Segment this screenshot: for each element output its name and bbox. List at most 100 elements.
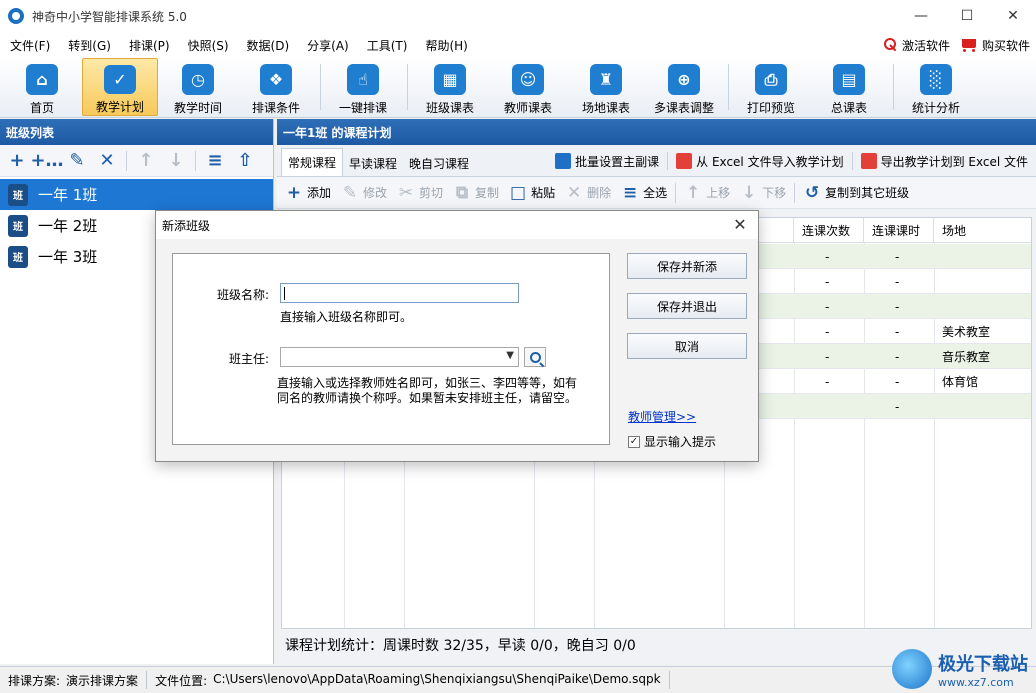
ribbon-home-button[interactable]: ⌂ 首页 <box>4 58 80 116</box>
ribbon-separator <box>893 64 894 110</box>
import-excel-button[interactable]: 从 Excel 文件导入教学计划 <box>672 153 847 170</box>
toolbar-separator <box>126 150 127 171</box>
cart-icon <box>960 38 978 52</box>
ribbon-label: 打印预览 <box>746 101 795 115</box>
copy-button[interactable]: ⧉ 复制 <box>451 183 501 203</box>
header-venue[interactable]: 场地 <box>934 218 1031 243</box>
ribbon-label: 总课表 <box>830 101 867 115</box>
select-all-label: 全选 <box>643 186 668 200</box>
watermark-sub: www.xz7.com <box>938 675 1014 689</box>
move-up-icon[interactable]: ↑ <box>135 150 157 172</box>
copy-to-other-class-button[interactable]: ↺ 复制到其它班级 <box>801 183 911 203</box>
class-name-input[interactable] <box>280 283 519 303</box>
head-teacher-select[interactable]: ▼ <box>280 347 519 367</box>
maximize-icon[interactable]: ☐ <box>944 0 990 32</box>
header-consec-count[interactable]: 连课次数 <box>794 218 864 243</box>
paste-button[interactable]: □ 粘贴 <box>507 183 557 203</box>
save-and-exit-button[interactable]: 保存并退出 <box>627 293 747 319</box>
course-toolbar: + 添加 ✎ 修改 ✂ 剪切 ⧉ 复制 □ 粘贴 ✕ 删除 ≡ 全选 ↑ 上移 ↓ 下移 ↺ 复制到… <box>277 177 1036 209</box>
buy-button[interactable]: 购买软件 <box>960 37 1030 54</box>
move-down-button[interactable]: ↓ 下移 <box>738 183 788 203</box>
tab-morning-reading[interactable]: 早读课程 <box>343 150 403 176</box>
class-list-toolbar: + +… ✎ ✕ ↑ ↓ ≡ ⇧ <box>0 145 273 177</box>
toolbar-separator <box>794 182 796 203</box>
menu-schedule[interactable]: 排课(P) <box>119 37 178 54</box>
search-icon <box>529 351 541 363</box>
delete-button[interactable]: ✕ 删除 <box>563 183 613 203</box>
edit-course-button[interactable]: ✎ 修改 <box>339 183 389 203</box>
status-plan: 排课方案: 演示排课方案 <box>0 672 146 689</box>
cell-consec-count <box>817 394 825 419</box>
cell-consec-count: - <box>825 324 830 339</box>
teacher-search-button[interactable] <box>524 347 546 367</box>
status-file: 文件位置: C:\Users\lenovo\AppData\Roaming\Sh… <box>147 672 669 689</box>
menu-help[interactable]: 帮助(H) <box>415 37 475 54</box>
header-consec-hours[interactable]: 连课课时 <box>864 218 934 243</box>
ribbon-label: 教学计划 <box>95 100 144 114</box>
menu-file[interactable]: 文件(F) <box>0 37 58 54</box>
batch-set-button[interactable]: 批量设置主副课 <box>551 153 663 170</box>
batch-add-icon[interactable]: +… <box>30 150 63 172</box>
menu-share[interactable]: 分享(A) <box>297 37 357 54</box>
dialog-close-icon[interactable]: ✕ <box>730 215 750 234</box>
menu-tools[interactable]: 工具(T) <box>357 37 416 54</box>
save-and-new-button[interactable]: 保存并新添 <box>627 253 747 279</box>
paste-icon: □ <box>510 182 527 203</box>
copy-label: 复制 <box>475 186 500 200</box>
ribbon-class-timetable-button[interactable]: ▦ 班级课表 <box>412 58 488 116</box>
activate-label: 激活软件 <box>901 38 950 53</box>
class-list-item[interactable]: 班 一年 1班 <box>0 179 273 210</box>
cut-button[interactable]: ✂ 剪切 <box>395 183 445 203</box>
ribbon-label: 统计分析 <box>911 101 960 115</box>
ribbon-auto-schedule-button[interactable]: ☝ 一键排课 <box>325 58 401 116</box>
teacher-management-link[interactable]: 教师管理>> <box>628 408 696 425</box>
ribbon-statistics-button[interactable]: ░ 统计分析 <box>898 58 974 116</box>
add-icon[interactable]: + <box>6 150 28 172</box>
move-up-icon: ↑ <box>685 182 701 203</box>
activate-button[interactable]: 激活软件 <box>883 37 950 54</box>
head-teacher-hint: 直接输入或选择教师姓名即可，如张三、李四等等，如有同名的教师请换个称呼。如果暂未… <box>277 376 578 405</box>
move-up-label: 上移 <box>706 186 731 200</box>
cell-consec-count: - <box>825 299 830 314</box>
export-excel-button[interactable]: 导出教学计划到 Excel 文件 <box>857 153 1032 170</box>
ribbon-conditions-button[interactable]: ❖ 排课条件 <box>238 58 314 116</box>
status-file-label: 文件位置: <box>155 673 208 688</box>
menu-data[interactable]: 数据(D) <box>237 37 298 54</box>
ribbon-label: 教师课表 <box>503 101 552 115</box>
select-all-button[interactable]: ≡ 全选 <box>619 183 669 203</box>
select-pointer-icon[interactable]: ≡ <box>204 150 226 172</box>
ribbon-label: 教学时间 <box>173 101 222 115</box>
add-course-button[interactable]: + 添加 <box>283 183 333 203</box>
ribbon-multi-adjust-button[interactable]: ⊕ 多课表调整 <box>646 58 722 116</box>
move-down-icon[interactable]: ↓ <box>165 150 187 172</box>
class-name: 一年 2班 <box>38 217 98 235</box>
ribbon-print-preview-button[interactable]: ⎙ 打印预览 <box>733 58 809 116</box>
minimize-icon[interactable]: — <box>898 0 944 32</box>
buy-label: 购买软件 <box>981 38 1030 53</box>
ribbon-venue-timetable-button[interactable]: ♜ 场地课表 <box>568 58 644 116</box>
head-teacher-label: 班主任: <box>228 352 269 366</box>
ribbon-teaching-plan-button[interactable]: ✓ 教学计划 <box>82 58 158 116</box>
menu-snapshot[interactable]: 快照(S) <box>178 37 237 54</box>
cell-venue <box>934 244 942 269</box>
close-window-icon[interactable]: ✕ <box>990 0 1036 32</box>
tab-regular-course[interactable]: 常规课程 <box>281 148 344 176</box>
delete-x-icon[interactable]: ✕ <box>96 150 118 172</box>
cell-venue <box>934 269 942 294</box>
export-label: 导出教学计划到 Excel 文件 <box>880 154 1028 169</box>
ribbon-teacher-timetable-button[interactable]: ☺ 教师课表 <box>490 58 566 116</box>
tab-evening-study[interactable]: 晚自习课程 <box>403 150 475 176</box>
ribbon-teaching-time-button[interactable]: ◷ 教学时间 <box>160 58 236 116</box>
move-top-icon[interactable]: ⇧ <box>234 150 256 172</box>
cell-consec-count: - <box>825 274 830 289</box>
ribbon-master-timetable-button[interactable]: ▤ 总课表 <box>811 58 887 116</box>
show-hint-checkbox[interactable]: ✓ 显示输入提示 <box>628 433 716 450</box>
cancel-button[interactable]: 取消 <box>627 333 747 359</box>
menu-goto[interactable]: 转到(G) <box>58 37 119 54</box>
class-name: 一年 1班 <box>38 186 98 204</box>
move-up-button[interactable]: ↑ 上移 <box>682 183 732 203</box>
show-hint-label: 显示输入提示 <box>644 435 717 449</box>
course-tabs: 常规课程 早读课程 晚自习课程 批量设置主副课 从 Excel 文件导入教学计划… <box>277 145 1036 177</box>
edit-pencil-icon[interactable]: ✎ <box>66 150 88 172</box>
cell-consec-hours: - <box>895 349 900 364</box>
